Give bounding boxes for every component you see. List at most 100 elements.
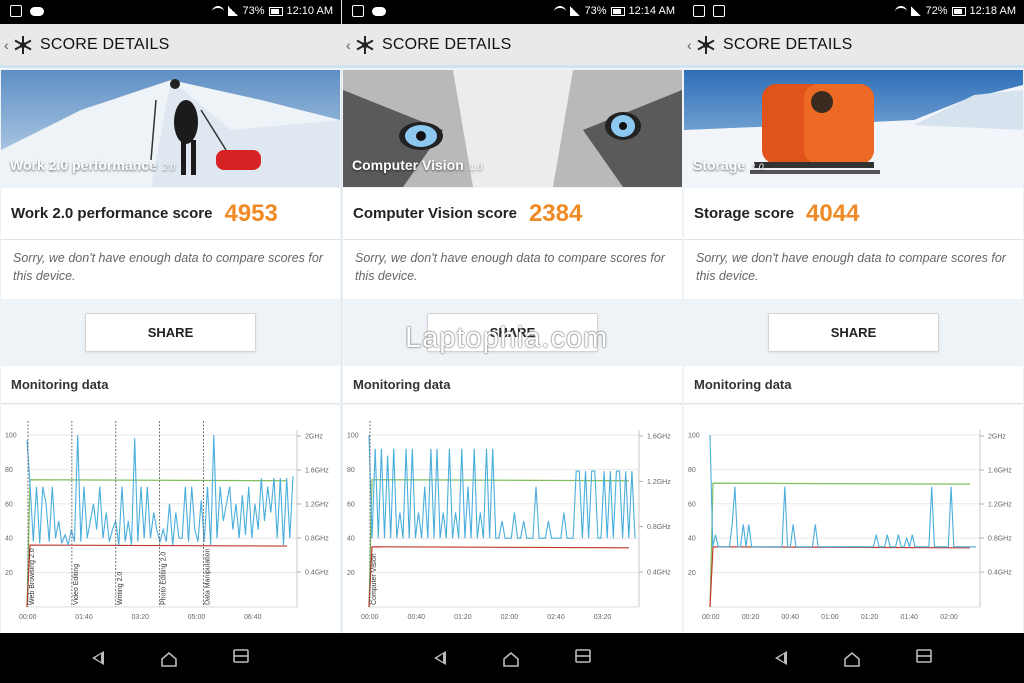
test-marker-label: Photo Editing 2.0	[161, 552, 168, 605]
test-marker-label: Data Manipulation	[205, 548, 212, 605]
nav-back-icon[interactable]	[91, 651, 104, 665]
y-right-tick-label: 1.6GHz	[647, 434, 671, 441]
screenshot-root: 73% 12:10 AM ‹ SCORE DETAILS Work 2.0 per…	[0, 0, 1024, 683]
nav-recents-icon[interactable]	[232, 648, 250, 669]
image-icon	[713, 5, 725, 17]
snowflake-logo-icon	[695, 34, 717, 56]
hero-image-cabin: Storage 1.0	[684, 70, 1023, 187]
monitoring-header: Monitoring data	[684, 366, 1023, 404]
y-right-tick-label: 0.4GHz	[988, 570, 1012, 577]
x-tick-label: 00:40	[781, 614, 799, 621]
status-bar: 72% 12:18 AM	[683, 0, 1024, 24]
nav-recents-icon[interactable]	[915, 648, 933, 669]
y-right-tick-label: 0.4GHz	[647, 570, 671, 577]
chart-svg: 100 80 60 40 20 2GHz 1.6GHz 1.2GHz 0.8GHz 0.4GHz 0…	[688, 430, 1012, 621]
series-blue-line	[709, 434, 976, 549]
title-bar: ‹ SCORE DETAILS	[0, 24, 341, 68]
hero-label: Computer Vision 1.0	[352, 157, 483, 173]
nav-back-icon[interactable]	[433, 651, 446, 665]
share-button[interactable]: SHARE	[427, 313, 598, 352]
x-tick-label: 03:20	[132, 614, 150, 621]
x-tick-label: 03:20	[594, 614, 612, 621]
hero-label: Work 2.0 performance 2.0	[10, 157, 176, 173]
y-right-tick-label: 1.6GHz	[988, 468, 1012, 475]
y-tick-label: 80	[688, 467, 696, 474]
hero-label: Storage 1.0	[693, 157, 764, 173]
title-bar: ‹ SCORE DETAILS	[683, 24, 1024, 68]
y-right-tick-label: 2GHz	[305, 434, 323, 441]
score-label: Work 2.0 performance score	[11, 205, 213, 222]
panel-work: 73% 12:10 AM ‹ SCORE DETAILS Work 2.0 per…	[0, 0, 341, 633]
hero-image-skier: Work 2.0 performance 2.0	[1, 70, 340, 187]
signal-icon	[911, 6, 922, 16]
signal-icon	[228, 6, 239, 16]
score-label: Computer Vision score	[353, 205, 517, 222]
hero-version: 1.0	[469, 162, 483, 172]
y-right-tick-label: 1.2GHz	[305, 502, 329, 509]
status-bar: 73% 12:14 AM	[342, 0, 683, 24]
share-button[interactable]: SHARE	[768, 313, 939, 352]
nav-back-icon[interactable]	[774, 651, 787, 665]
battery-percent: 73%	[584, 5, 607, 17]
x-tick-label: 00:00	[19, 614, 37, 621]
y-tick-label: 60	[347, 501, 355, 508]
hero-version: 1.0	[751, 162, 764, 172]
nav-home-icon[interactable]	[160, 651, 177, 667]
x-tick-label: 00:00	[702, 614, 720, 621]
nav-group	[342, 633, 683, 683]
y-tick-label: 60	[688, 501, 696, 508]
back-icon[interactable]: ‹	[346, 37, 354, 53]
back-icon[interactable]: ‹	[4, 37, 12, 53]
nav-home-icon[interactable]	[843, 651, 860, 667]
y-right-tick-label: 1.6GHz	[305, 468, 329, 475]
x-tick-label: 02:00	[940, 614, 958, 621]
chart-svg: 100 80 60 40 20 1.6GHz 1.2GHz 0.8GHz 0.4GHz 00:00…	[347, 421, 671, 621]
score-value: 4044	[806, 199, 860, 227]
series-red-line	[26, 544, 288, 608]
clock: 12:18 AM	[969, 5, 1016, 17]
score-row: Computer Vision score 2384	[343, 188, 682, 240]
panel-storage: 72% 12:18 AM ‹ SCORE DETAILS Storage 1.0 S…	[683, 0, 1024, 633]
image-icon	[352, 5, 364, 17]
x-tick-label: 01:20	[454, 614, 472, 621]
series-blue-line	[26, 434, 294, 546]
x-tick-label: 01:00	[821, 614, 839, 621]
y-tick-label: 20	[688, 570, 696, 577]
monitoring-header: Monitoring data	[343, 366, 682, 404]
score-label: Storage score	[694, 205, 795, 222]
monitoring-chart: 100 80 60 40 20 2GHz 1.6GHz 1.2GHz 0.8GHz 0.4GHz 0…	[1, 405, 340, 633]
nav-bar	[0, 633, 1024, 683]
test-marker-label: Computer Vision	[371, 553, 378, 605]
back-icon[interactable]: ‹	[687, 37, 695, 53]
nav-recents-icon[interactable]	[574, 648, 592, 669]
series-red-line	[368, 546, 630, 608]
page-title: SCORE DETAILS	[382, 35, 512, 53]
x-tick-label: 05:00	[188, 614, 206, 621]
score-row: Work 2.0 performance score 4953	[1, 188, 340, 240]
cloud-icon	[30, 7, 44, 16]
x-tick-label: 02:00	[501, 614, 519, 621]
battery-icon	[951, 6, 966, 16]
compare-message: Sorry, we don't have enough data to comp…	[684, 240, 1023, 299]
x-tick-label: 00:00	[361, 614, 379, 621]
x-tick-label: 01:40	[901, 614, 919, 621]
nav-home-icon[interactable]	[502, 651, 519, 667]
test-marker-label: Video Editing	[73, 564, 80, 605]
battery-icon	[610, 6, 625, 16]
test-marker-label: Writing 2.0	[117, 572, 124, 605]
share-button[interactable]: SHARE	[85, 313, 256, 352]
compare-message: Sorry, we don't have enough data to comp…	[1, 240, 340, 299]
x-tick-label: 00:40	[408, 614, 426, 621]
y-tick-label: 100	[5, 433, 17, 440]
series-red-line	[709, 546, 971, 608]
y-right-tick-label: 1.2GHz	[647, 479, 671, 486]
y-tick-label: 100	[688, 433, 700, 440]
panel-vision: 73% 12:14 AM ‹ SCORE DETAILS Computer Vis…	[342, 0, 683, 633]
y-right-tick-label: 0.8GHz	[305, 536, 329, 543]
y-right-tick-label: 0.8GHz	[647, 524, 671, 531]
status-bar: 73% 12:10 AM	[0, 0, 341, 24]
score-value: 2384	[528, 199, 583, 227]
x-tick-label: 01:40	[75, 614, 93, 621]
y-tick-label: 20	[347, 570, 355, 577]
battery-icon	[268, 6, 283, 16]
